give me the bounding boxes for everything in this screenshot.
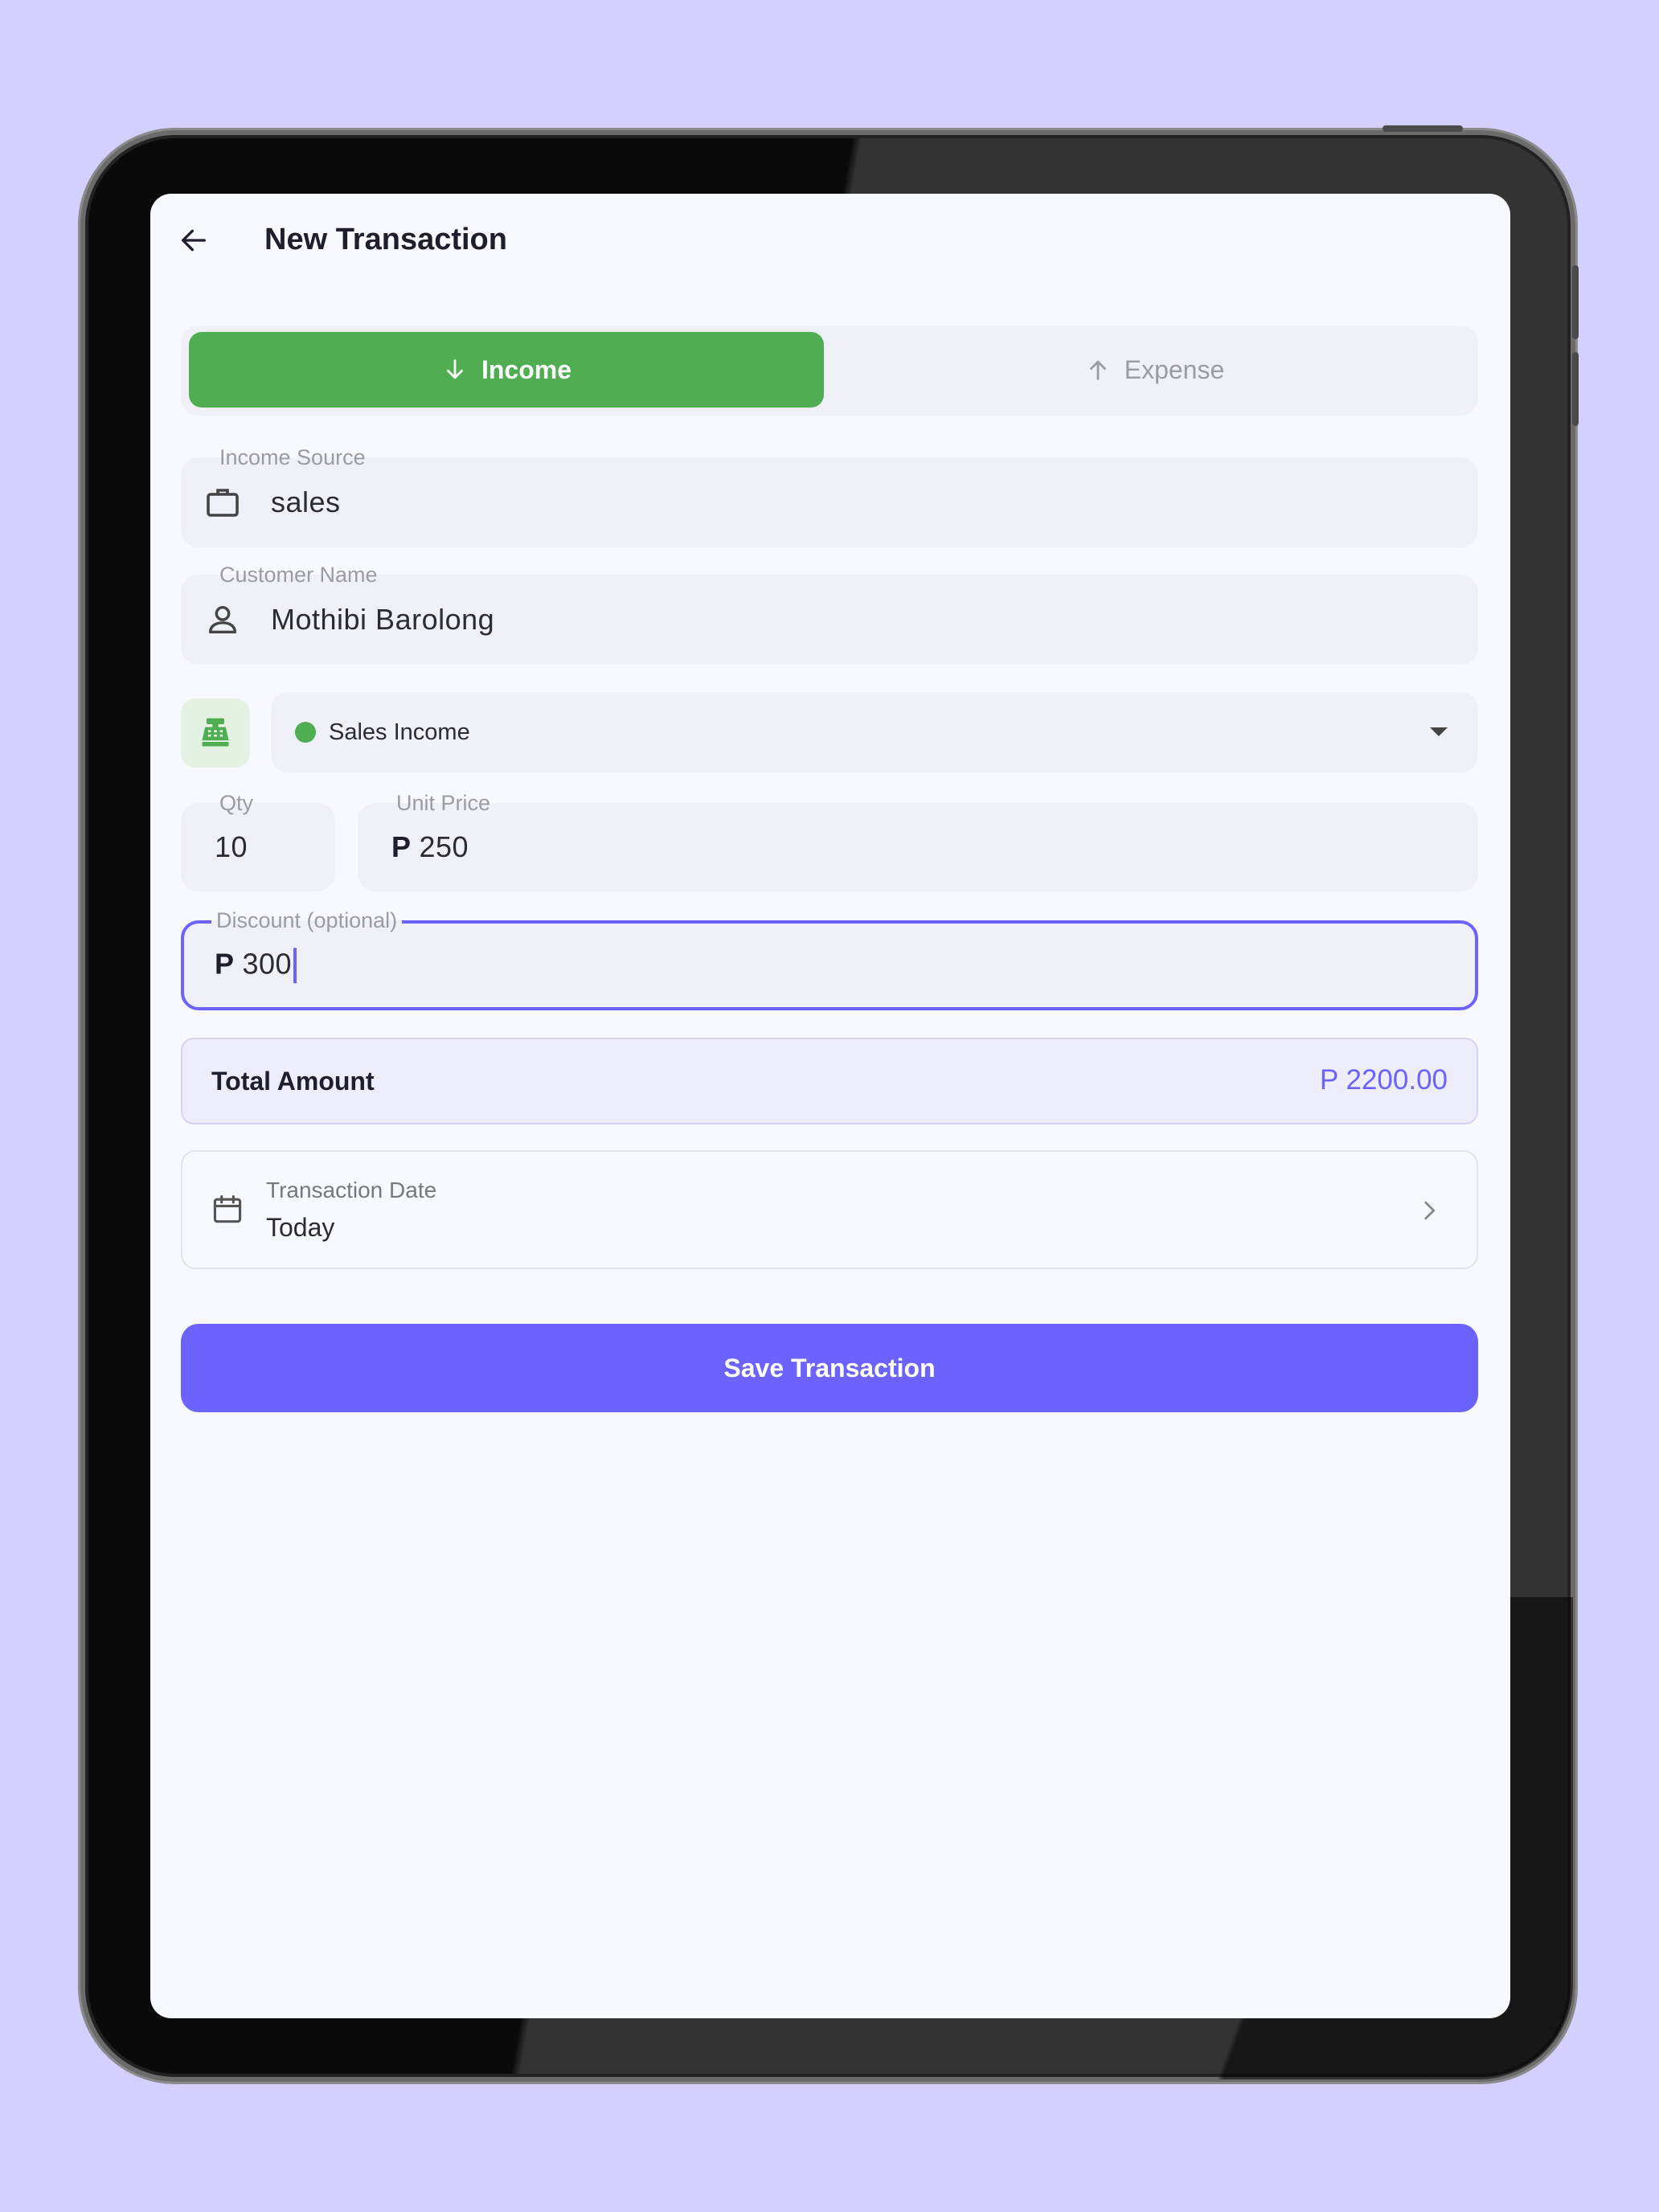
transaction-date-picker[interactable]: Transaction Date Today [181,1150,1478,1269]
income-tab[interactable]: Income [189,332,824,408]
discount-value: P 300 [215,947,297,984]
briefcase-icon [200,480,245,525]
arrow-down-icon [447,359,463,379]
customer-name-input: Mothibi Barolong [271,603,495,636]
total-amount-label: Total Amount [211,1067,375,1096]
discount-field[interactable]: Discount (optional) P 300 [181,907,1478,1010]
unit-price-currency: P [391,830,412,863]
text-cursor [293,948,297,984]
unit-price-field[interactable]: Unit Price P 250 [358,790,1478,891]
page-title: New Transaction [264,223,507,256]
app-screen: New Transaction Income Expense Income So… [150,194,1510,2018]
total-amount-card: Total Amount P 2200.00 [181,1038,1478,1124]
unit-price-label: Unit Price [391,790,496,816]
category-dropdown[interactable]: Sales Income [271,692,1478,772]
expense-tab[interactable]: Expense [837,332,1472,408]
unit-price-input: 250 [419,830,469,863]
person-icon [200,597,245,642]
category-color-dot [295,722,316,743]
qty-field[interactable]: Qty 10 [181,790,335,891]
category-icon-badge [181,698,250,768]
cash-register-icon [202,718,229,747]
calendar-icon [210,1192,245,1231]
arrow-left-icon [182,229,206,252]
transaction-date-value: Today [266,1213,335,1242]
qty-label: Qty [215,790,259,816]
caret-down-icon [1430,727,1448,736]
device-power-button [1382,125,1463,132]
discount-label: Discount (optional) [211,907,403,933]
save-transaction-button[interactable]: Save Transaction [181,1324,1478,1412]
discount-input: 300 [242,947,293,981]
arrow-up-icon [1089,360,1106,380]
device-volume-down-button [1572,352,1579,426]
income-tab-label: Income [481,354,572,384]
total-amount-value: P 2200.00 [1320,1064,1448,1096]
category-selected-label: Sales Income [329,719,470,745]
qty-input: 10 [215,830,248,863]
income-source-field[interactable]: Income Source sales [181,444,1478,547]
transaction-type-toggle: Income Expense [181,326,1478,416]
income-source-input: sales [271,485,341,518]
back-button[interactable] [170,216,218,264]
discount-currency: P [215,947,235,981]
income-source-label: Income Source [215,444,371,470]
customer-name-field[interactable]: Customer Name Mothibi Barolong [181,562,1478,665]
customer-name-label: Customer Name [215,562,383,588]
device-volume-up-button [1572,265,1579,339]
unit-price-value: P 250 [391,830,469,864]
transaction-date-label: Transaction Date [266,1178,437,1202]
expense-tab-label: Expense [1124,354,1225,384]
chevron-right-icon [1415,1197,1443,1228]
